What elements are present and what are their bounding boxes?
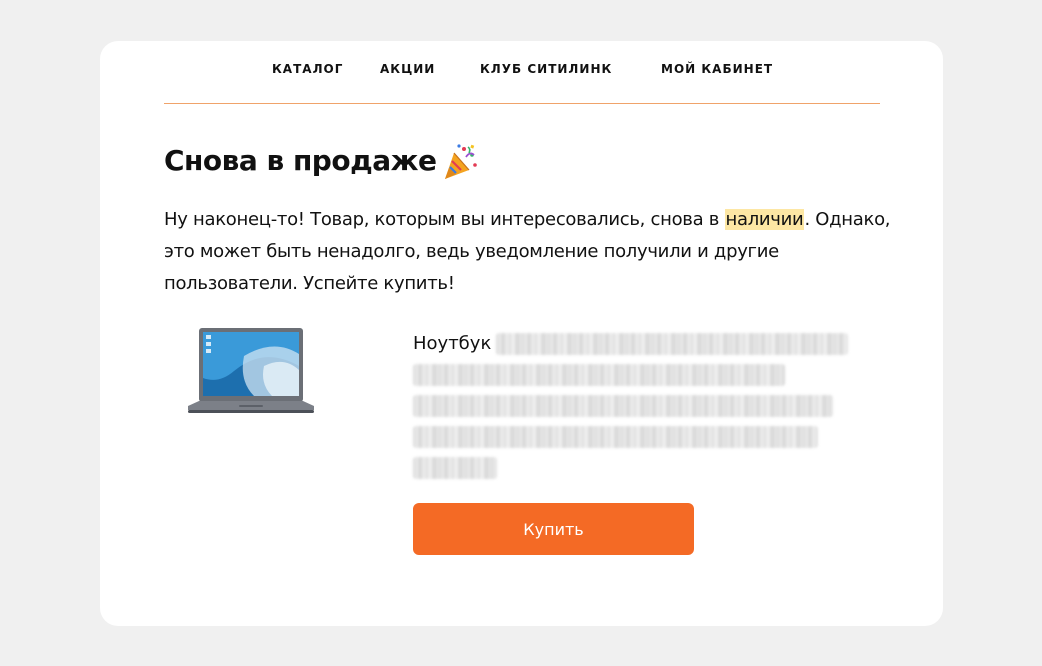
- intro-highlight: наличии: [724, 209, 805, 230]
- email-card: КАТАЛОГ АКЦИИ КЛУБ СИТИЛИНК МОЙ КАБИНЕТ …: [100, 41, 943, 626]
- nav-item-my-account[interactable]: МОЙ КАБИНЕТ: [661, 62, 773, 76]
- intro-paragraph: Ну наконец-то! Товар, которым вы интерес…: [164, 204, 894, 300]
- blurred-text: [413, 426, 818, 448]
- title-text: Снова в продаже: [164, 144, 437, 177]
- blurred-text: [496, 333, 848, 355]
- blurred-text: [413, 457, 497, 479]
- laptop-icon[interactable]: [184, 326, 318, 416]
- product-name[interactable]: Ноутбук: [413, 328, 848, 479]
- party-popper-icon: [445, 144, 478, 179]
- intro-text-before: Ну наконец-то! Товар, которым вы интерес…: [164, 209, 725, 230]
- buy-button[interactable]: Купить: [413, 503, 694, 555]
- nav-item-citilink-club[interactable]: КЛУБ СИТИЛИНК: [480, 62, 612, 76]
- blurred-text: [413, 364, 785, 386]
- blurred-text: [413, 395, 833, 417]
- nav-item-promotions[interactable]: АКЦИИ: [380, 62, 435, 76]
- product-name-prefix: Ноутбук: [413, 333, 492, 354]
- nav-item-catalog[interactable]: КАТАЛОГ: [272, 62, 343, 76]
- page-title: Снова в продаже: [164, 139, 478, 183]
- top-navigation: КАТАЛОГ АКЦИИ КЛУБ СИТИЛИНК МОЙ КАБИНЕТ: [164, 41, 880, 104]
